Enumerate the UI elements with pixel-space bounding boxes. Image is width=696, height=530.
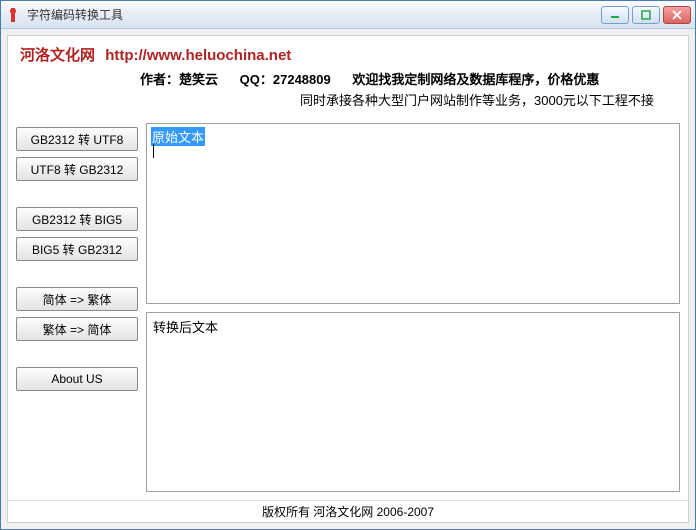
tagline: 欢迎找我定制网络及数据库程序，价格优惠 — [352, 72, 599, 87]
spacer — [16, 347, 138, 361]
result-textarea[interactable] — [147, 313, 679, 492]
header-line2: 作者：楚笑云 QQ：27248809 欢迎找我定制网络及数据库程序，价格优惠 — [20, 69, 676, 88]
app-icon — [5, 7, 21, 23]
header: 河洛文化网 http://www.heluochina.net 作者：楚笑云 Q… — [8, 36, 688, 115]
source-textarea[interactable] — [147, 124, 679, 303]
window-title: 字符编码转换工具 — [27, 6, 601, 23]
simplified-to-traditional-button[interactable]: 简体 => 繁体 — [16, 287, 138, 311]
qq-label: QQ： — [240, 72, 273, 87]
author-label: 作者： — [140, 72, 179, 87]
utf8-to-gb2312-button[interactable]: UTF8 转 GB2312 — [16, 157, 138, 181]
window-controls — [601, 6, 691, 24]
site-name: 河洛文化网 — [20, 47, 95, 64]
panes: 原始文本 — [146, 123, 680, 492]
site-heading: 河洛文化网 http://www.heluochina.net — [20, 44, 676, 65]
client-area: 河洛文化网 http://www.heluochina.net 作者：楚笑云 Q… — [7, 35, 689, 523]
gb2312-to-utf8-button[interactable]: GB2312 转 UTF8 — [16, 127, 138, 151]
gb2312-to-big5-button[interactable]: GB2312 转 BIG5 — [16, 207, 138, 231]
sidebar: GB2312 转 UTF8 UTF8 转 GB2312 GB2312 转 BIG… — [16, 123, 138, 492]
qq-number: 27248809 — [273, 72, 331, 87]
source-textbox: 原始文本 — [146, 123, 680, 304]
result-textbox — [146, 312, 680, 493]
header-subline: 同时承接各种大型门户网站制作等业务，3000元以下工程不接 — [20, 90, 676, 109]
author-name: 楚笑云 — [179, 72, 218, 87]
about-button[interactable]: About US — [16, 367, 138, 391]
copyright: 版权所有 河洛文化网 2006-2007 — [262, 503, 434, 520]
site-url: http://www.heluochina.net — [105, 47, 291, 64]
maximize-button[interactable] — [632, 6, 660, 24]
spacer — [16, 187, 138, 201]
traditional-to-simplified-button[interactable]: 繁体 => 简体 — [16, 317, 138, 341]
minimize-button[interactable] — [601, 6, 629, 24]
big5-to-gb2312-button[interactable]: BIG5 转 GB2312 — [16, 237, 138, 261]
app-window: 字符编码转换工具 河洛文化网 http://www.heluochina.net… — [0, 0, 696, 530]
footer: 版权所有 河洛文化网 2006-2007 — [8, 500, 688, 522]
titlebar: 字符编码转换工具 — [1, 1, 695, 29]
close-button[interactable] — [663, 6, 691, 24]
content: GB2312 转 UTF8 UTF8 转 GB2312 GB2312 转 BIG… — [8, 115, 688, 500]
spacer — [16, 267, 138, 281]
